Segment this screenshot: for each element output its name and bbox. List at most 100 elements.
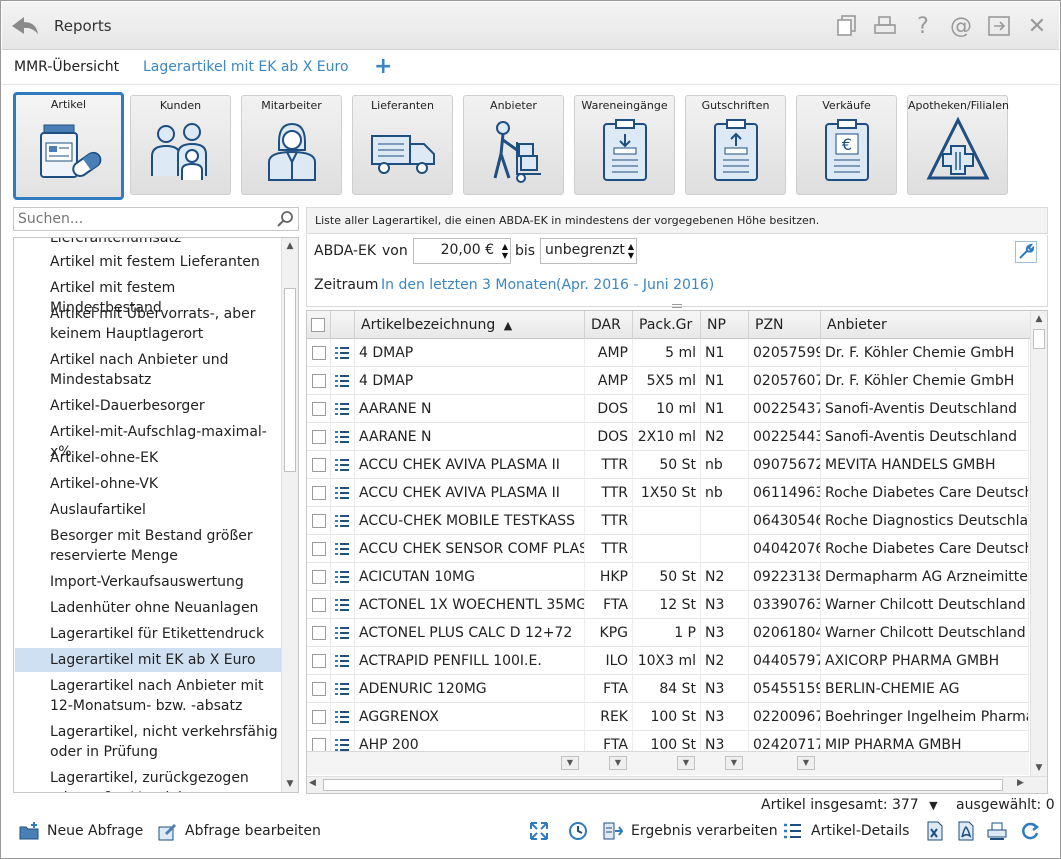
scroll-right-icon[interactable]: ▶ [1017, 778, 1024, 788]
details-list-icon[interactable] [335, 683, 349, 695]
table-row[interactable]: AARANE N DOS 2X10 ml N2 00225443 Sanofi-Avent… [307, 423, 1029, 451]
wrench-icon[interactable] [1015, 241, 1037, 263]
scroll-up-icon[interactable]: ▲ [282, 238, 298, 254]
row-checkbox[interactable] [312, 738, 326, 752]
print-button[interactable] [987, 821, 1007, 841]
pdf-export-button[interactable] [956, 821, 976, 841]
export-window-icon[interactable] [987, 13, 1011, 39]
filter-dropdown-icon[interactable]: ▼ [677, 756, 695, 770]
article-details-button[interactable]: Artikel-Details [783, 821, 909, 841]
new-query-button[interactable]: Neue Abfrage [19, 821, 143, 841]
row-checkbox[interactable] [312, 486, 326, 500]
refresh-button[interactable] [1020, 821, 1040, 841]
row-checkbox[interactable] [312, 654, 326, 668]
list-item[interactable]: Artikel nach Anbieter und Mindestabsatz [50, 350, 280, 390]
category-kunden[interactable]: Kunden [130, 95, 231, 195]
scroll-down-icon[interactable]: ▼ [282, 776, 298, 792]
help-icon[interactable]: ? [911, 13, 935, 39]
row-checkbox[interactable] [312, 682, 326, 696]
list-item[interactable]: Auslaufartikel [50, 500, 280, 520]
total-count[interactable]: Artikel insgesamt: 377 ▼ [761, 797, 938, 813]
filter-dropdown-icon[interactable]: ▼ [561, 756, 579, 770]
table-row[interactable]: ACTONEL PLUS CALC D 12+72 KPG 1 P N3 0206180… [307, 619, 1029, 647]
splitter-handle[interactable] [672, 304, 682, 308]
table-row[interactable]: ACTONEL 1X WOECHENTL 35MG FTA 12 St N3 03390… [307, 591, 1029, 619]
category-artikel[interactable]: Artikel [13, 92, 124, 200]
bis-input[interactable]: unbegrenzt ▲ ▼ [540, 238, 637, 264]
details-list-icon[interactable] [335, 403, 349, 415]
copy-icon[interactable] [835, 13, 859, 39]
list-item-selected[interactable]: Lagerartikel mit EK ab X Euro [15, 648, 281, 672]
header-artikelbezeichnung[interactable]: Artikelbezeichnung ▲ [355, 311, 585, 339]
row-checkbox[interactable] [312, 458, 326, 472]
category-mitarbeiter[interactable]: Mitarbeiter [241, 95, 342, 195]
table-row[interactable]: ACTRAPID PENFILL 100I.E. ILO 10X3 ml N2 0440… [307, 647, 1029, 675]
von-input[interactable]: 20,00 € ▲ ▼ [413, 238, 511, 264]
details-list-icon[interactable] [335, 739, 349, 751]
header-pzn[interactable]: PZN [749, 311, 821, 339]
details-list-icon[interactable] [335, 571, 349, 583]
filter-dropdown-icon[interactable]: ▼ [609, 756, 627, 770]
category-anbieter[interactable]: Anbieter [463, 95, 564, 195]
row-checkbox[interactable] [312, 374, 326, 388]
details-list-icon[interactable] [335, 599, 349, 611]
header-pack-gr[interactable]: Pack.Gr [633, 311, 701, 339]
header-select-all[interactable] [307, 311, 331, 339]
table-row[interactable]: ACCU CHEK AVIVA PLASMA II TTR 50 St nb 09075… [307, 451, 1029, 479]
schedule-button[interactable] [568, 821, 588, 841]
header-np[interactable]: NP [701, 311, 749, 339]
row-checkbox[interactable] [312, 542, 326, 556]
details-list-icon[interactable] [335, 515, 349, 527]
table-row[interactable]: ACICUTAN 10MG HKP 50 St N2 09223138 Dermaphar… [307, 563, 1029, 591]
spin-icon[interactable]: ▲ ▼ [628, 242, 634, 260]
table-vertical-scrollbar[interactable]: ▲ ▼ [1030, 311, 1047, 776]
row-checkbox[interactable] [312, 570, 326, 584]
table-row[interactable]: 4 DMAP AMP 5X5 ml N1 02057607 Dr. F. Köhler C… [307, 367, 1029, 395]
row-checkbox[interactable] [312, 514, 326, 528]
search-input[interactable] [14, 208, 269, 230]
filter-dropdown-icon[interactable]: ▼ [797, 756, 815, 770]
zeitraum-link[interactable]: In den letzten 3 Monaten [381, 277, 556, 293]
row-checkbox[interactable] [312, 346, 326, 360]
table-horizontal-scrollbar[interactable]: ◀ ▶ [307, 776, 1047, 793]
tab-mmr-overview[interactable]: MMR-Übersicht [14, 59, 119, 75]
row-checkbox[interactable] [312, 626, 326, 640]
details-list-icon[interactable] [335, 347, 349, 359]
add-tab-button[interactable]: + [374, 54, 392, 79]
list-item[interactable]: Lagerartikel, nicht verkehrsfähig oder i… [50, 722, 280, 762]
tab-lagerartikel-ek[interactable]: Lagerartikel mit EK ab X Euro [143, 59, 349, 75]
print-icon[interactable] [873, 13, 897, 39]
select-all-checkbox[interactable] [311, 318, 325, 332]
list-item[interactable]: Ladenhüter ohne Neuanlagen [50, 598, 280, 618]
details-list-icon[interactable] [335, 487, 349, 499]
details-list-icon[interactable] [335, 431, 349, 443]
search-icon[interactable] [277, 210, 295, 228]
scroll-thumb[interactable] [284, 288, 296, 472]
edit-query-button[interactable]: Abfrage bearbeiten [157, 821, 321, 841]
list-item[interactable]: Lagerartikel, zurückgezogen oder außer V… [50, 768, 280, 792]
list-item[interactable]: Besorger mit Bestand größer reservierte … [50, 526, 280, 566]
row-checkbox[interactable] [312, 710, 326, 724]
details-list-icon[interactable] [335, 543, 349, 555]
filter-dropdown-icon[interactable]: ▼ [725, 756, 743, 770]
list-item[interactable]: Artikel mit Übervorrats-, aber keinem Ha… [50, 304, 280, 344]
email-icon[interactable]: @ [949, 13, 973, 39]
details-list-icon[interactable] [335, 459, 349, 471]
list-item[interactable]: Artikel-ohne-EK [50, 448, 280, 468]
back-arrow-icon[interactable] [10, 14, 40, 38]
list-item[interactable]: Lieferantenumsatz [50, 238, 280, 248]
details-list-icon[interactable] [335, 627, 349, 639]
table-row[interactable]: ACCU CHEK AVIVA PLASMA II TTR 1X50 St nb 061… [307, 479, 1029, 507]
list-item[interactable]: Artikel mit festem Lieferanten [50, 252, 280, 272]
report-list-scrollbar[interactable]: ▲ ▼ [281, 238, 298, 792]
list-item[interactable]: Import-Verkaufsauswertung [50, 572, 280, 592]
row-checkbox[interactable] [312, 430, 326, 444]
list-item[interactable]: Lagerartikel für Etikettendruck [50, 624, 280, 644]
scroll-left-icon[interactable]: ◀ [309, 778, 316, 788]
scroll-thumb[interactable] [1033, 329, 1045, 349]
table-row[interactable]: ADENURIC 120MG FTA 84 St N3 05455159 BERLIN-C… [307, 675, 1029, 703]
list-item[interactable]: Lagerartikel nach Anbieter mit 12-Monats… [50, 676, 280, 716]
header-anbieter[interactable]: Anbieter [821, 311, 1029, 339]
list-item[interactable]: Artikel-ohne-VK [50, 474, 280, 494]
category-lieferanten[interactable]: Lieferanten [352, 95, 453, 195]
